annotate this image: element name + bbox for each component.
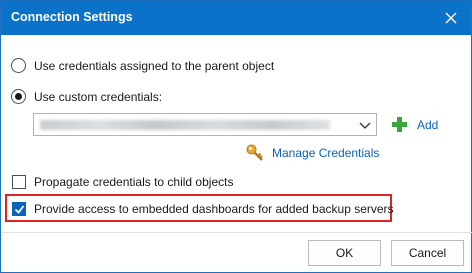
- chevron-down-icon: [359, 122, 371, 129]
- credentials-select[interactable]: [33, 113, 377, 136]
- propagate-credentials-label: Propagate credentials to child objects: [34, 175, 234, 189]
- parent-credentials-label: Use credentials assigned to the parent o…: [34, 59, 275, 73]
- dashboards-access-checkbox[interactable]: [12, 202, 26, 216]
- key-icon: [246, 144, 263, 161]
- plus-icon: [392, 117, 407, 132]
- cancel-button[interactable]: Cancel: [391, 240, 464, 266]
- dialog-title: Connection Settings: [11, 10, 133, 24]
- checkmark-icon: [14, 205, 25, 214]
- dashboards-access-label: Provide access to embedded dashboards fo…: [34, 202, 394, 216]
- radio-selected-dot: [15, 93, 22, 100]
- propagate-credentials-checkbox[interactable]: [12, 175, 26, 189]
- title-bar: Connection Settings: [1, 1, 471, 35]
- add-label: Add: [417, 118, 439, 132]
- close-icon: [445, 12, 457, 24]
- manage-credentials-label: Manage Credentials: [272, 146, 380, 160]
- footer-separator: [2, 232, 472, 233]
- custom-credentials-radio[interactable]: [11, 89, 26, 104]
- parent-credentials-radio[interactable]: [11, 58, 26, 73]
- custom-credentials-label: Use custom credentials:: [34, 90, 163, 104]
- credentials-select-value: [40, 120, 330, 130]
- close-button[interactable]: [439, 6, 463, 30]
- connection-settings-dialog: Connection Settings Use credentials assi…: [0, 0, 472, 273]
- ok-button[interactable]: OK: [308, 240, 381, 266]
